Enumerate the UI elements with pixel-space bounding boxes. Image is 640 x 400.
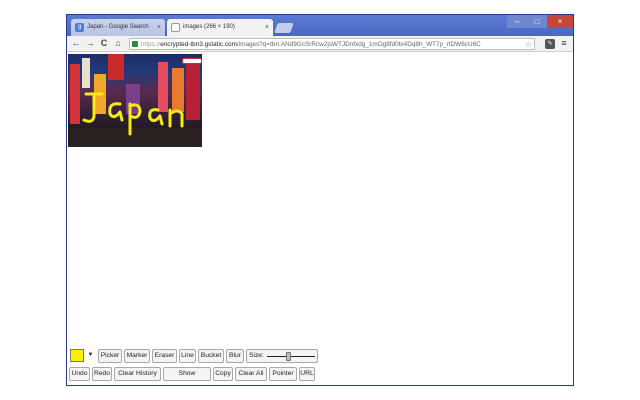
paint-toolbar-row-2: Undo Redo Clear History Show Copy Clear … xyxy=(68,366,572,382)
maximize-button[interactable]: □ xyxy=(527,15,547,28)
handwritten-japan-drawing xyxy=(82,92,184,136)
street-photo xyxy=(68,54,202,147)
undo-button[interactable]: Undo xyxy=(69,367,90,381)
close-window-button[interactable]: × xyxy=(547,15,573,28)
url-button[interactable]: URL xyxy=(299,367,315,381)
size-label: Size: xyxy=(249,352,264,359)
tab-images[interactable]: images (266 × 190) × xyxy=(167,19,273,36)
line-button[interactable]: Line xyxy=(179,349,196,363)
url-host: encrypted-tbn3.gstatic.com xyxy=(160,41,237,48)
clear-history-button[interactable]: Clear History xyxy=(114,367,161,381)
lock-icon xyxy=(132,41,138,47)
redo-button[interactable]: Redo xyxy=(92,367,112,381)
tab-close-icon[interactable]: × xyxy=(157,19,161,36)
browser-window: g Japan - Google Search × images (266 × … xyxy=(66,14,574,386)
tab-title: images (266 × 190) xyxy=(183,24,235,30)
tab-japan-google-search[interactable]: g Japan - Google Search × xyxy=(71,19,165,36)
paint-toolbar-row-1: ▼ Picker Marker Eraser Line Bucket Blur … xyxy=(68,348,572,364)
eraser-button[interactable]: Eraser xyxy=(152,349,177,363)
address-bar[interactable]: https://encrypted-tbn3.gstatic.com/image… xyxy=(129,38,535,50)
show-button[interactable]: Show xyxy=(163,367,211,381)
google-favicon-icon: g xyxy=(75,23,84,32)
home-button[interactable]: ⌂ xyxy=(112,37,124,50)
reload-button[interactable]: C xyxy=(98,37,110,50)
bucket-button[interactable]: Bucket xyxy=(198,349,224,363)
marker-button[interactable]: Marker xyxy=(124,349,150,363)
extension-paint-icon[interactable]: ✎ xyxy=(545,39,555,49)
tab-title: Japan - Google Search xyxy=(87,24,149,30)
new-tab-button[interactable] xyxy=(274,23,294,33)
color-swatch[interactable] xyxy=(70,349,84,362)
tab-close-icon[interactable]: × xyxy=(265,19,269,36)
copy-button[interactable]: Copy xyxy=(213,367,233,381)
title-bar: g Japan - Google Search × images (266 × … xyxy=(67,15,573,36)
blur-button[interactable]: Blur xyxy=(226,349,244,363)
pointer-button[interactable]: Pointer xyxy=(269,367,297,381)
page-content: ▼ Picker Marker Eraser Line Bucket Blur … xyxy=(67,52,573,385)
bookmark-star-icon[interactable]: ☆ xyxy=(525,39,532,49)
image-size-badge xyxy=(182,58,202,64)
color-dropdown-arrow[interactable]: ▼ xyxy=(86,349,95,362)
picker-button[interactable]: Picker xyxy=(98,349,122,363)
minimize-button[interactable]: – xyxy=(507,15,527,28)
clear-all-button[interactable]: Clear All xyxy=(235,367,267,381)
size-control: Size: xyxy=(246,349,318,363)
back-button[interactable]: ← xyxy=(70,37,82,50)
url-scheme: https:// xyxy=(141,41,161,48)
size-slider-thumb[interactable] xyxy=(286,352,292,361)
menu-icon[interactable]: ≡ xyxy=(559,37,569,50)
page-favicon-icon xyxy=(171,23,180,32)
forward-button[interactable]: → xyxy=(84,37,96,50)
url-path: /images?q=tbn:ANd9GcSrRcw2jsWTJDnfxdg_1m… xyxy=(236,41,481,48)
browser-toolbar: ← → C ⌂ https://encrypted-tbn3.gstatic.c… xyxy=(67,36,573,52)
